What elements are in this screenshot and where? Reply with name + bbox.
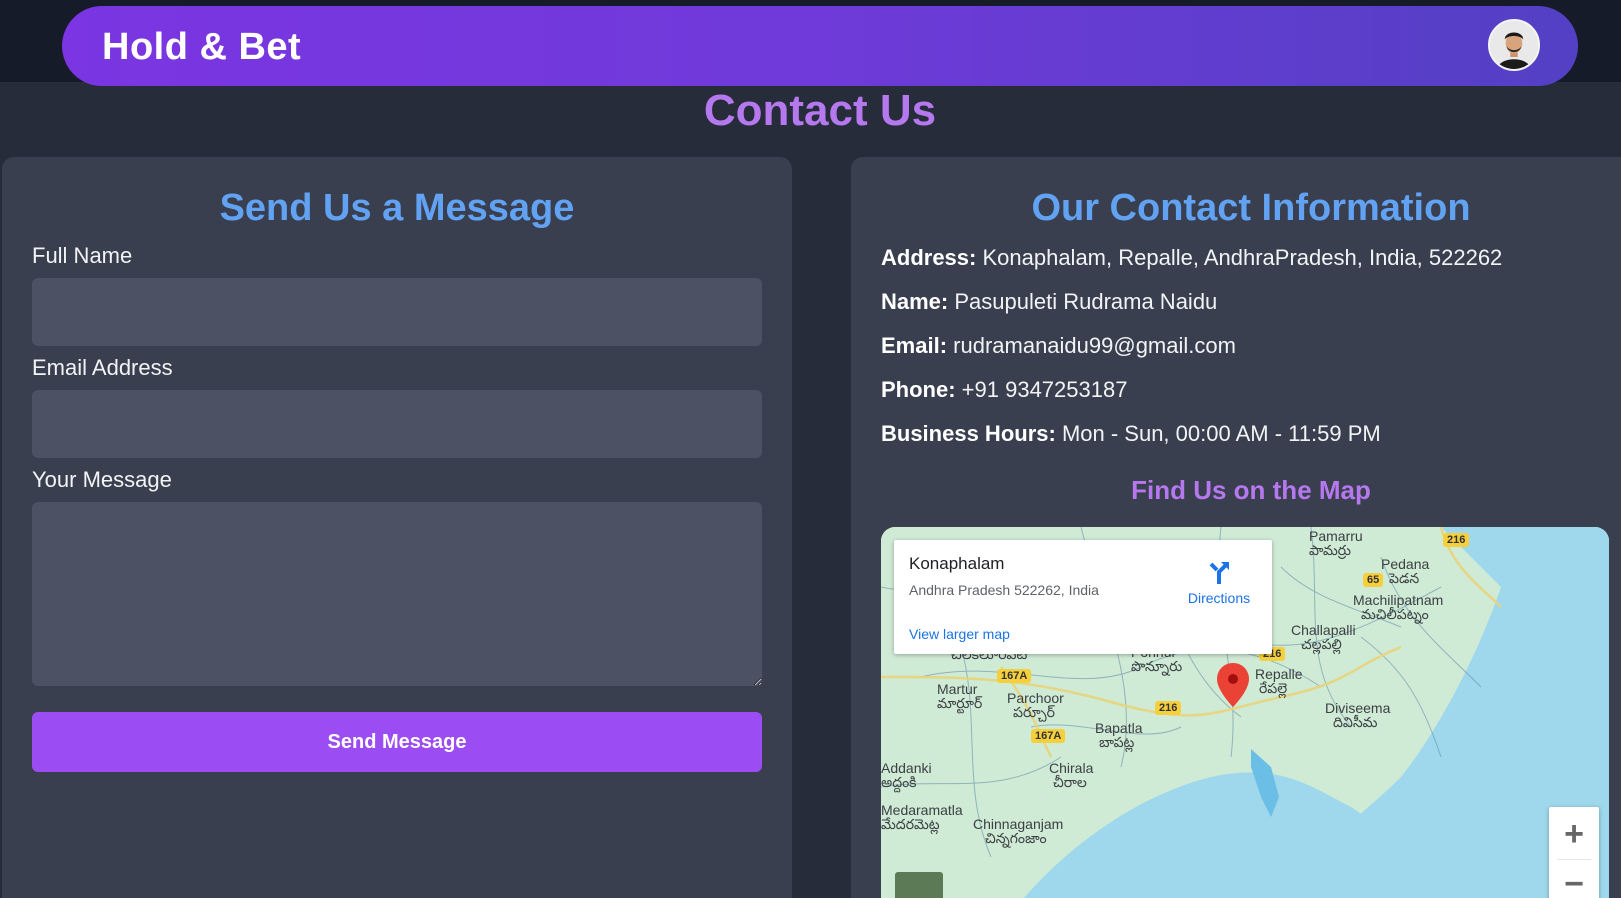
map-label-addanki-te: అద్దంకి	[881, 774, 917, 790]
map-label-ponnur-te: పొన్నూరు	[1131, 658, 1183, 674]
map-label-bapatla-te: బాపట్ల	[1099, 734, 1135, 750]
name-row: Name: Pasupuleti Rudrama Naidu	[881, 289, 1217, 315]
business-hours-value: Mon - Sun, 00:00 AM - 11:59 PM	[1055, 421, 1381, 446]
send-message-button[interactable]: Send Message	[32, 712, 762, 772]
email-input[interactable]	[32, 390, 762, 458]
map-label-pedana-te: పెడన	[1389, 570, 1420, 586]
brand-logo[interactable]: Hold & Bet	[102, 26, 301, 69]
map-heading: Find Us on the Map	[1131, 475, 1371, 505]
map-label-martur-te: మార్టూర్	[937, 695, 983, 711]
phone-value: +91 9347253187	[955, 377, 1128, 402]
contact-info-card: Our Contact Information Address: Konapha…	[851, 157, 1621, 898]
directions-label: Directions	[1187, 590, 1251, 606]
email-info-label: Email:	[881, 333, 948, 358]
zoom-out-button[interactable]: −	[1549, 859, 1599, 898]
contact-info-title: Our Contact Information	[1031, 187, 1471, 229]
name-value: Pasupuleti Rudrama Naidu	[948, 289, 1218, 314]
navbar: Hold & Bet	[62, 6, 1578, 86]
map-label-challapalli-te: చల్లపల్లి	[1301, 636, 1342, 652]
email-value: rudramanaidu99@gmail.com	[947, 333, 1236, 358]
phone-label: Phone:	[881, 377, 956, 402]
map-label-parchoor-te: పర్చూర్	[1013, 704, 1055, 720]
phone-row: Phone: +91 9347253187	[881, 377, 1127, 403]
message-label: Your Message	[32, 467, 172, 492]
business-hours-row: Business Hours: Mon - Sun, 00:00 AM - 11…	[881, 421, 1381, 447]
road-badge: 167A	[997, 669, 1032, 683]
road-badge: 216	[1443, 533, 1470, 547]
place-address: Andhra Pradesh 522262, India	[909, 582, 1099, 598]
view-larger-map-link[interactable]: View larger map	[909, 626, 1010, 642]
address-value: Konaphalam, Repalle, AndhraPradesh, Indi…	[976, 245, 1503, 270]
email-row: Email: rudramanaidu99@gmail.com	[881, 333, 1236, 359]
map-label-chirala-te: చీరాల	[1053, 774, 1087, 790]
message-textarea[interactable]	[32, 502, 762, 686]
map-zoom-control: + −	[1549, 807, 1599, 898]
business-hours-label: Business Hours:	[881, 421, 1056, 446]
directions-icon	[1209, 562, 1229, 584]
map-label-pamarru-te: పామర్రు	[1309, 542, 1351, 558]
full-name-input[interactable]	[32, 278, 762, 346]
map-label-chinnaganjam-te: చిన్నగంజాం	[985, 830, 1047, 846]
map-label-repalle-te: రేపల్లె	[1259, 680, 1288, 696]
map-label-medaramatla-te: మేదరమెట్ల	[881, 816, 940, 832]
contact-form-card: Send Us a Message Full Name Email Addres…	[2, 157, 792, 898]
form-title: Send Us a Message	[219, 187, 575, 229]
full-name-label: Full Name	[32, 243, 133, 268]
directions-button[interactable]: Directions	[1179, 558, 1259, 606]
zoom-in-button[interactable]: +	[1549, 809, 1599, 859]
email-label: Email Address	[32, 355, 173, 380]
address-label: Address:	[881, 245, 977, 270]
address-row: Address: Konaphalam, Repalle, AndhraPrad…	[881, 245, 1502, 271]
page-title: Contact Us	[703, 86, 937, 135]
map-label-diviseema-te: దివిసీమ	[1333, 714, 1378, 730]
name-label: Name:	[881, 289, 949, 314]
user-avatar-icon[interactable]	[1488, 19, 1540, 71]
map-place-card: Konaphalam Andhra Pradesh 522262, India …	[894, 540, 1272, 654]
place-name: Konaphalam	[909, 554, 1005, 573]
road-badge: 216	[1155, 701, 1182, 715]
map-label-machilipatnam-te: మచిలీపట్నం	[1361, 606, 1429, 622]
road-badge: 65	[1363, 573, 1384, 587]
avatar-image	[1490, 21, 1538, 69]
road-badge: 167A	[1031, 729, 1066, 743]
embedded-map[interactable]: Pamarru పామర్రు Pedana పెడన Machilipatna…	[881, 527, 1609, 898]
